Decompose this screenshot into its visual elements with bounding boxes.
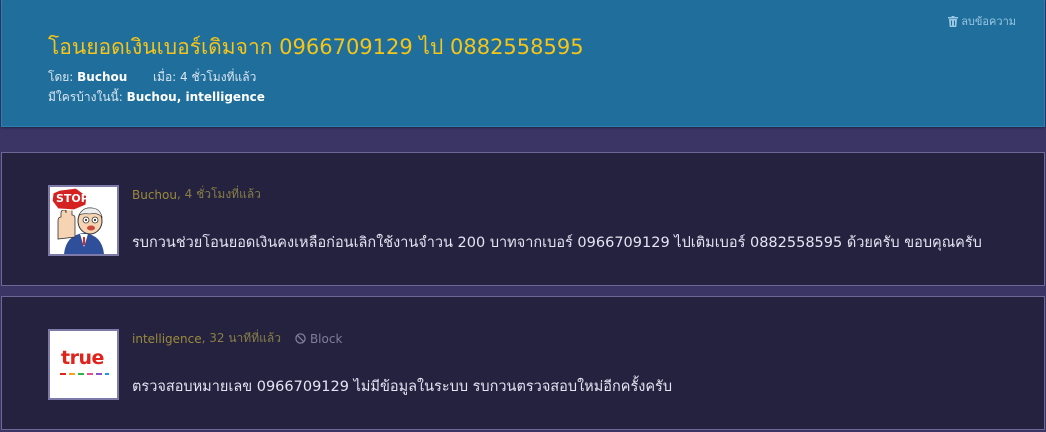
trash-icon xyxy=(948,15,959,27)
post-item: true intelligence , 32 นาทีที่แล้ว Block… xyxy=(1,296,1045,430)
post-time: , 4 ชั่วโมงที่แล้ว xyxy=(177,187,261,201)
post-item: STOP! Buchou , 4 ชั่วโมงที่แล้ว รบกวนช่ว… xyxy=(1,152,1045,286)
post-message: รบกวนช่วยโอนยอดเงินคงเหลือก่อนเลิกใช้งาน… xyxy=(132,235,982,251)
block-user-link[interactable]: Block xyxy=(295,332,342,346)
post-author-link[interactable]: intelligence xyxy=(132,332,202,346)
block-icon xyxy=(295,333,306,344)
by-label: โดย: xyxy=(48,70,74,84)
post-author-line: Buchou , 4 ชั่วโมงที่แล้ว xyxy=(132,185,261,204)
topic-title: โอนยอดเงินเบอร์เดิมจาก 0966709129 ไป 088… xyxy=(48,35,584,59)
stop-sign-text: STOP! xyxy=(56,192,94,205)
avatar[interactable]: STOP! xyxy=(48,185,119,256)
post-time: , 32 นาทีที่แล้ว xyxy=(201,331,281,345)
post-message: ตรวจสอบหมายเลข 0966709129 ไม่มีข้อมูลในร… xyxy=(132,379,673,395)
avatar[interactable]: true xyxy=(48,329,119,400)
topic-participants: มีใครบ้างในนี้: Buchou, intelligence xyxy=(48,88,265,107)
topic-author-link[interactable]: Buchou xyxy=(77,70,127,84)
topic-header: ลบข้อความ โอนยอดเงินเบอร์เดิมจาก 0966709… xyxy=(1,0,1045,127)
participants-label: มีใครบ้างในนี้: xyxy=(48,90,123,104)
post-author-link[interactable]: Buchou xyxy=(132,188,177,202)
when-label: เมื่อ: xyxy=(152,70,177,84)
block-label: Block xyxy=(309,331,343,346)
topic-meta: โดย: Buchou เมื่อ: 4 ชั่วโมงที่แล้ว xyxy=(48,68,256,87)
topic-time: 4 ชั่วโมงที่แล้ว xyxy=(180,70,257,84)
delete-message-link[interactable]: ลบข้อความ xyxy=(948,12,1016,30)
delete-message-label: ลบข้อความ xyxy=(961,15,1016,28)
participants-list[interactable]: Buchou, intelligence xyxy=(127,90,265,104)
true-logo-text: true xyxy=(61,347,104,369)
post-author-line: intelligence , 32 นาทีที่แล้ว Block xyxy=(132,329,342,348)
